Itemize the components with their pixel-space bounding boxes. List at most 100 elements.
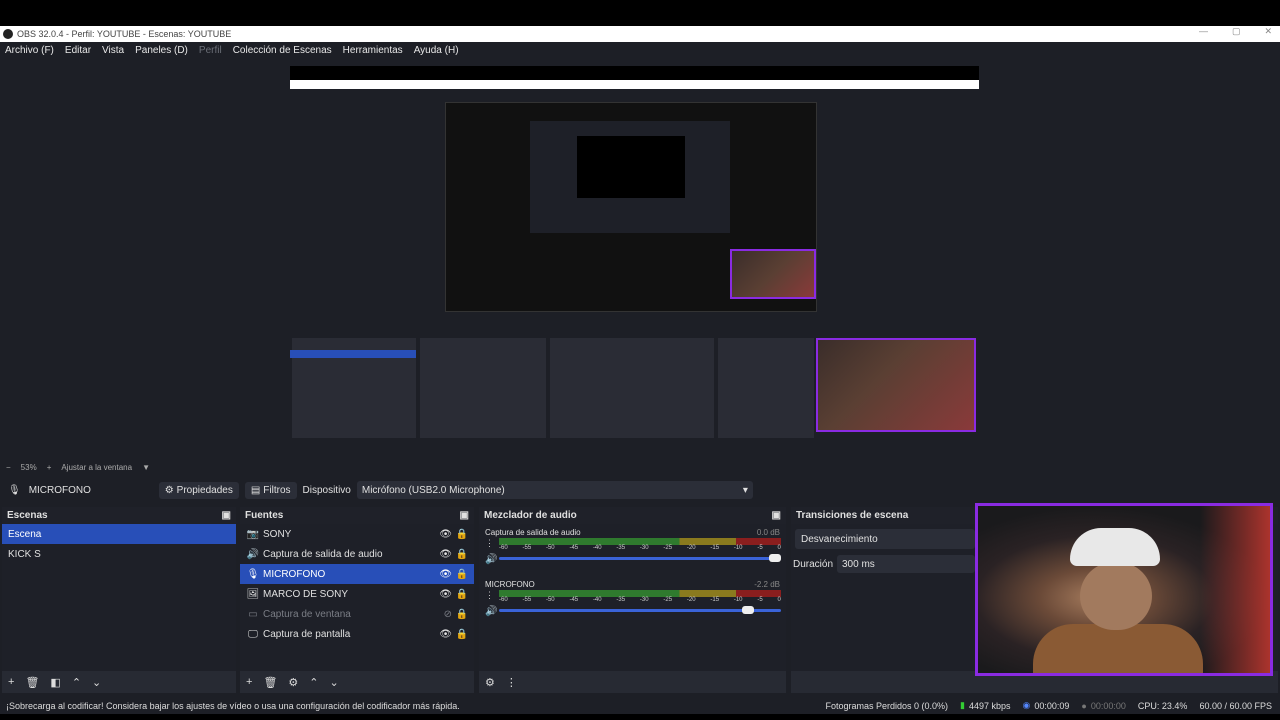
monitor-icon: 🖵: [248, 628, 258, 640]
source-item[interactable]: 🖵 Captura de pantalla 👁 🔒: [240, 624, 474, 644]
source-item[interactable]: 🎙 MICROFONO 👁 🔒: [240, 564, 474, 584]
add-source-button[interactable]: +: [246, 676, 252, 688]
person-cap: [1070, 528, 1160, 566]
sources-list: 📷 SONY 👁 🔒 🔊 Captura de salida de audio 👁 🔒 🎙 MIC…: [240, 524, 474, 671]
tick-label: -40: [592, 597, 602, 603]
chevron-down-icon[interactable]: ▼: [142, 463, 150, 472]
menu-coleccion[interactable]: Colección de Escenas: [233, 45, 332, 56]
eye-icon[interactable]: 👁: [439, 569, 452, 580]
dock-undock-icon[interactable]: ▣: [772, 510, 781, 521]
eye-icon[interactable]: 👁: [439, 529, 452, 540]
mute-icon[interactable]: 🔊: [485, 606, 497, 617]
maximize-button[interactable]: ▢: [1232, 26, 1241, 37]
bitrate: 4497 kbps: [968, 700, 1011, 711]
eye-icon[interactable]: 👁: [439, 549, 452, 560]
source-properties-button[interactable]: ⚙: [288, 676, 298, 689]
preview-output: [290, 66, 979, 455]
channel-menu-icon[interactable]: ⋮: [485, 590, 494, 601]
menu-herramientas[interactable]: Herramientas: [343, 45, 403, 56]
source-label: Captura de ventana: [263, 608, 351, 620]
lock-icon[interactable]: 🔒: [456, 629, 468, 640]
dock-undock-icon[interactable]: ▣: [222, 510, 231, 521]
mixer-menu-button[interactable]: ⋮: [506, 676, 517, 689]
source-label: MICROFONO: [263, 568, 326, 580]
move-down-button[interactable]: ⌄: [330, 676, 339, 689]
menu-perfil[interactable]: Perfil: [199, 45, 222, 56]
lock-icon[interactable]: 🔒: [456, 529, 468, 540]
mixer-channel: Captura de salida de audio 0.0 dB -60 -55 -5…: [479, 524, 786, 576]
desktop-top-strip: [0, 0, 1280, 26]
source-item[interactable]: 🔊 Captura de salida de audio 👁 🔒: [240, 544, 474, 564]
menu-archivo[interactable]: Archivo (F): [5, 45, 54, 56]
tick-label: -60: [499, 597, 508, 603]
properties-button[interactable]: ⚙ Propiedades: [158, 481, 239, 499]
scene-item[interactable]: Escena: [2, 524, 236, 544]
eye-hidden-icon[interactable]: ⊘: [444, 609, 452, 620]
person-shirt: [1033, 624, 1203, 673]
source-item[interactable]: 🖼 MARCO DE SONY 👁 🔒: [240, 584, 474, 604]
eye-icon[interactable]: 👁: [439, 589, 452, 600]
source-item[interactable]: 📷 SONY 👁 🔒: [240, 524, 474, 544]
tick-label: -50: [545, 545, 555, 551]
zoom-in-button[interactable]: +: [47, 463, 52, 472]
volume-fader[interactable]: [499, 557, 781, 560]
eye-icon[interactable]: 👁: [439, 629, 452, 640]
mute-icon[interactable]: 🔊: [485, 554, 497, 565]
advanced-audio-button[interactable]: ⚙: [485, 676, 495, 689]
device-select[interactable]: Micrófono (USB2.0 Microphone) ▾: [356, 481, 753, 499]
move-up-button[interactable]: ⌃: [309, 676, 318, 689]
scene-filters-button[interactable]: ◧: [50, 676, 60, 689]
nested-screen-deep: [577, 136, 685, 198]
duration-input[interactable]: 300 ms: [837, 555, 975, 573]
minimize-button[interactable]: —: [1199, 26, 1208, 37]
delete-scene-button[interactable]: 🗑: [25, 676, 39, 689]
tick-label: -40: [592, 545, 602, 551]
move-down-button[interactable]: ⌄: [92, 676, 101, 689]
scenes-dock: Escenas ▣ Escena KICK S + 🗑 ◧ ⌃ ⌄: [2, 507, 236, 693]
fader-knob[interactable]: [742, 606, 754, 614]
lock-icon[interactable]: 🔒: [456, 609, 468, 620]
menu-ayuda[interactable]: Ayuda (H): [414, 45, 459, 56]
dropped-frames: Fotogramas Perdidos 0 (0.0%): [825, 700, 949, 711]
zoom-out-button[interactable]: −: [6, 463, 11, 472]
channel-name: MICROFONO: [485, 580, 535, 589]
delete-source-button[interactable]: 🗑: [263, 676, 277, 689]
title-bar: OBS 32.0.4 - Perfil: YOUTUBE - Escenas: …: [0, 26, 1280, 42]
close-button[interactable]: ✕: [1264, 26, 1272, 37]
volume-fader[interactable]: [499, 609, 781, 612]
add-scene-button[interactable]: +: [8, 676, 14, 688]
selected-source-name: MICROFONO: [28, 484, 91, 496]
fps: 60.00 / 60.00 FPS: [1199, 700, 1272, 711]
nested-menu-bar: [290, 89, 979, 99]
channel-db: -2.2 dB: [754, 580, 780, 589]
menu-editar[interactable]: Editar: [65, 45, 91, 56]
menu-paneles[interactable]: Paneles (D): [135, 45, 188, 56]
device-label: Dispositivo: [302, 484, 351, 496]
lock-icon[interactable]: 🔒: [456, 589, 468, 600]
device-value: Micrófono (USB2.0 Microphone): [361, 484, 505, 496]
scene-item[interactable]: KICK S: [2, 544, 236, 564]
sources-title: Fuentes: [245, 510, 284, 521]
channel-menu-icon[interactable]: ⋮: [485, 538, 494, 549]
fader-knob[interactable]: [769, 554, 781, 562]
mixer-title: Mezclador de audio: [484, 510, 577, 521]
menu-bar: Archivo (F) Editar Vista Paneles (D) Per…: [0, 42, 1280, 59]
source-label: MARCO DE SONY: [263, 588, 349, 600]
lock-icon[interactable]: 🔒: [456, 569, 468, 580]
filters-button[interactable]: ▤ Filtros: [244, 481, 297, 499]
transition-select[interactable]: Desvanecimiento: [795, 529, 975, 549]
tick-label: -5: [757, 545, 763, 551]
tick-label: -50: [545, 597, 555, 603]
lock-icon[interactable]: 🔒: [456, 549, 468, 560]
duration-label: Duración: [793, 559, 834, 570]
nested-camera: [816, 338, 976, 432]
dock-undock-icon[interactable]: ▣: [460, 510, 469, 521]
fit-window-dropdown[interactable]: Ajustar a la ventana: [61, 463, 132, 472]
menu-vista[interactable]: Vista: [102, 45, 124, 56]
source-item[interactable]: ▭ Captura de ventana ⊘ 🔒: [240, 604, 474, 624]
move-up-button[interactable]: ⌃: [72, 676, 81, 689]
nested-transitions-dock: [718, 338, 814, 438]
mic-icon: 🎙: [8, 484, 21, 496]
obs-logo-icon: [3, 29, 13, 39]
status-bar: ¡Sobrecarga al codificar! Considera baja…: [0, 697, 1280, 714]
